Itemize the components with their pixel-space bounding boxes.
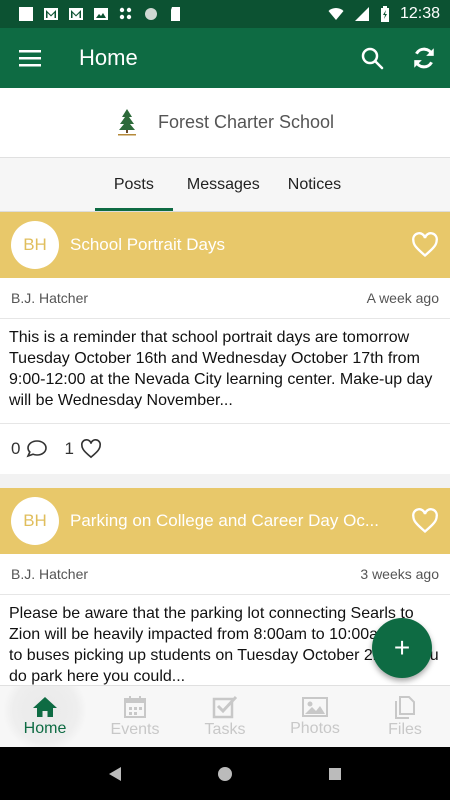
page-title: Home (79, 45, 138, 70)
menu-button[interactable] (0, 28, 60, 88)
post-time: 3 weeks ago (360, 566, 439, 582)
heart-icon (412, 508, 438, 534)
sd-card-icon (171, 7, 180, 21)
gmail-icon (69, 8, 83, 20)
signal-icon (354, 7, 369, 21)
nav-home[interactable]: Home (0, 686, 90, 747)
recents-icon[interactable] (328, 767, 342, 781)
files-icon (395, 695, 415, 719)
search-button[interactable] (346, 28, 398, 88)
notification-square-icon (19, 7, 33, 21)
wifi-icon (328, 8, 344, 20)
photo-icon (302, 696, 328, 717)
nav-photos-label: Photos (290, 719, 340, 737)
like-button[interactable] (411, 508, 439, 534)
post-meta: B.J. Hatcher A week ago (0, 278, 450, 319)
heart-icon[interactable] (80, 439, 102, 459)
like-button[interactable] (411, 232, 439, 258)
comment-count: 0 (11, 439, 21, 458)
post-body: This is a reminder that school portrait … (0, 319, 450, 424)
post-header: BH School Portrait Days (0, 212, 450, 278)
school-logo (117, 108, 136, 135)
nav-tasks[interactable]: Tasks (180, 686, 270, 747)
post-header: BH Parking on College and Career Day Oc.… (0, 488, 450, 554)
heart-icon (412, 232, 438, 258)
post-author: B.J. Hatcher (11, 566, 89, 582)
add-post-button[interactable]: + (372, 618, 432, 678)
post-stats: 0 1 (0, 424, 450, 474)
nav-files-label: Files (388, 720, 422, 738)
tasks-icon (212, 695, 238, 718)
gmail-icon (44, 8, 58, 20)
tab-notices[interactable]: Notices (274, 158, 355, 211)
status-bar: 12:38 (0, 0, 450, 28)
tab-messages[interactable]: Messages (173, 158, 274, 211)
refresh-button[interactable] (398, 28, 450, 88)
post-card[interactable]: BH School Portrait Days B.J. Hatcher A w… (0, 212, 450, 474)
nav-home-label: Home (23, 719, 67, 737)
nav-photos[interactable]: Photos (270, 686, 360, 747)
posts-feed[interactable]: BH School Portrait Days B.J. Hatcher A w… (0, 212, 450, 685)
hamburger-icon (19, 50, 41, 67)
nav-files[interactable]: Files (360, 686, 450, 747)
app-bar: Home (0, 28, 450, 88)
home-icon (33, 696, 57, 717)
tab-posts[interactable]: Posts (94, 158, 173, 211)
back-icon[interactable] (108, 766, 122, 782)
bottom-nav: Home Events Tasks Photos Files (0, 685, 450, 747)
like-count: 1 (64, 439, 74, 458)
school-header: Forest Charter School (0, 88, 450, 158)
post-title: School Portrait Days (70, 235, 225, 254)
search-icon (361, 47, 384, 70)
nav-tasks-label: Tasks (204, 720, 246, 738)
home-circle-icon[interactable] (217, 766, 233, 782)
tab-bar: Posts Messages Notices (0, 158, 450, 212)
dots-icon (119, 7, 132, 20)
post-author: B.J. Hatcher (11, 290, 89, 306)
calendar-icon (124, 695, 146, 718)
post-meta: B.J. Hatcher 3 weeks ago (0, 554, 450, 595)
nav-events-label: Events (110, 720, 160, 738)
image-icon (94, 8, 108, 20)
avatar: BH (11, 497, 59, 545)
avatar: BH (11, 221, 59, 269)
battery-charging-icon (380, 6, 389, 22)
school-name: Forest Charter School (157, 112, 335, 132)
system-nav-bar (0, 747, 450, 800)
status-time: 12:38 (399, 5, 440, 22)
comment-icon[interactable] (26, 439, 48, 459)
post-time: A week ago (366, 290, 439, 306)
nav-events[interactable]: Events (90, 686, 180, 747)
circle-icon (145, 8, 157, 20)
post-title: Parking on College and Career Day Oc... (70, 511, 379, 530)
refresh-icon (414, 47, 434, 69)
